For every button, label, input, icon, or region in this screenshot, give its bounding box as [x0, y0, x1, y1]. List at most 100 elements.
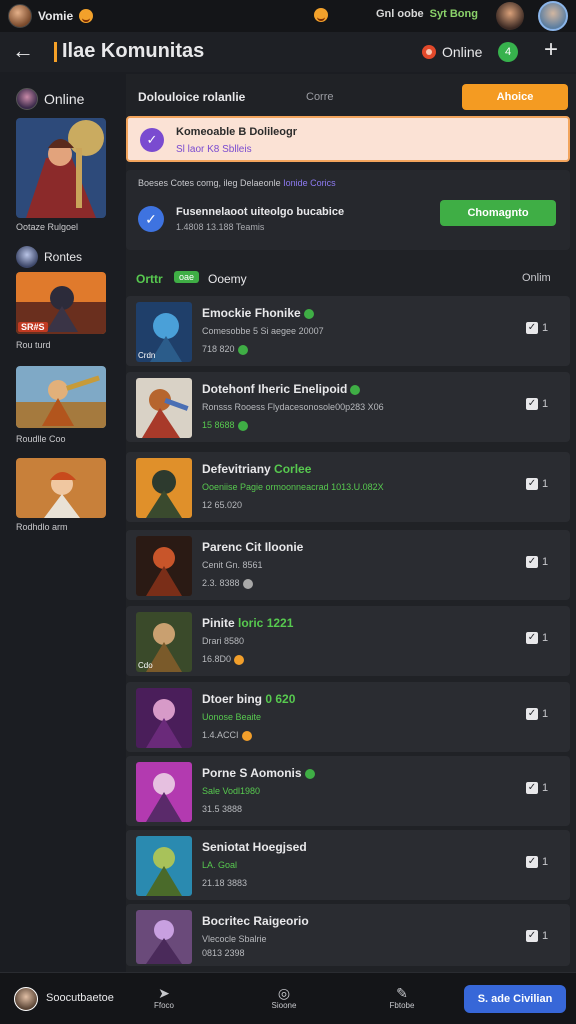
item-count: 1: [542, 632, 549, 644]
filter-label: Dolouloice rolanlie: [138, 90, 246, 104]
filter-action-button[interactable]: Ahoice: [462, 84, 568, 110]
status-avatar[interactable]: [8, 4, 32, 28]
bottom-tab-3[interactable]: ✎ Fbtobe: [382, 985, 422, 1010]
verified-icon: [303, 308, 314, 319]
sidebar-header-label: Online: [44, 91, 85, 107]
list-item[interactable]: Parenc Cit Iloonie Cenit Gn. 8561 2.3. 8…: [126, 530, 570, 600]
invite-button[interactable]: Chomagnto: [440, 200, 556, 226]
list-pill[interactable]: oae: [174, 271, 200, 283]
checkbox-icon[interactable]: ✓: [526, 930, 538, 942]
bottom-username[interactable]: Soocutbaetoe: [46, 992, 114, 1004]
angry-emoji-icon: [314, 8, 328, 22]
sidebar-header[interactable]: Online: [16, 88, 84, 110]
item-meta: 0813 2398: [202, 948, 245, 958]
edit-icon: ✎: [396, 985, 408, 1001]
checkbox-icon[interactable]: ✓: [526, 782, 538, 794]
bottom-tab-2[interactable]: ◎ Sioone: [264, 985, 304, 1010]
item-thumbnail: [136, 836, 192, 896]
send-icon: ➤: [158, 985, 170, 1001]
featured-game-thumbnail[interactable]: [16, 118, 106, 218]
game-thumbnail-3[interactable]: [16, 458, 106, 518]
item-meta: 2.3. 8388: [202, 578, 253, 589]
item-thumbnail: Crdn: [136, 302, 192, 362]
item-subtitle: Ooeniise Pagie ormoonneacrad 1013.U.082X: [202, 482, 384, 492]
list-online-label[interactable]: Onlim: [522, 272, 551, 284]
list-item[interactable]: Dotehonf Iheric Enelipoid Ronsss Rooess …: [126, 372, 570, 442]
primary-action-button[interactable]: S. ade Civilian: [464, 985, 566, 1013]
section-avatar: [16, 246, 38, 268]
checkbox-icon[interactable]: ✓: [526, 556, 538, 568]
status-right-text: Syt Bong: [429, 8, 478, 20]
item-subtitle: Ronsss Rooess Flydacesonosole00p283 X06: [202, 402, 384, 412]
item-thumbnail: [136, 458, 192, 518]
item-meta: 718 820: [202, 344, 248, 355]
item-count: 1: [542, 930, 549, 942]
notice-banner[interactable]: ✓ Komeoable B Dolileogr Sl laor K8 Sblle…: [126, 116, 570, 162]
item-name: Dotehonf Iheric Enelipoid: [202, 382, 361, 396]
item-name: Pinite loric 1221: [202, 616, 294, 630]
record-icon: [422, 45, 436, 59]
status-icon: [242, 578, 253, 589]
bottom-tab-label: Fbtobe: [389, 1001, 415, 1010]
item-subtitle: Drari 8580: [202, 636, 245, 646]
game-thumbnail-2[interactable]: [16, 366, 106, 428]
list-item[interactable]: Cdo Pinite loric 1221 Drari 8580 16.8D0 …: [126, 606, 570, 676]
checkbox-icon[interactable]: ✓: [526, 708, 538, 720]
friend-avatar[interactable]: [496, 2, 524, 30]
list-item[interactable]: Porne S Aomonis Sale Vodl1980 31.5 3888 …: [126, 756, 570, 826]
notice-title: Komeoable B Dolileogr: [176, 126, 298, 138]
status-icon: [237, 420, 248, 431]
item-name: Seniotat Hoegjsed: [202, 840, 307, 854]
item-thumbnail: [136, 536, 192, 596]
invite-header: Boeses Cotes comg, ileg Delaeonle Ionide…: [138, 178, 336, 188]
user-avatar[interactable]: [14, 987, 38, 1011]
item-tag: Crdn: [138, 351, 156, 360]
verified-icon: [304, 768, 315, 779]
item-subtitle: Uonose Beaite: [202, 712, 262, 722]
page-title: Ilae Komunitas: [62, 40, 205, 62]
list-item[interactable]: Crdn Emockie Fhonike Comesobbe 5 Si aege…: [126, 296, 570, 366]
item-count: 1: [542, 556, 549, 568]
item-name: Porne S Aomonis: [202, 766, 315, 780]
checkbox-icon[interactable]: ✓: [526, 856, 538, 868]
list-title: Ooemy: [208, 272, 247, 286]
item-meta: 31.5 3888: [202, 804, 243, 814]
item-subtitle: LA. Goal: [202, 860, 238, 870]
item-thumbnail: [136, 688, 192, 748]
smile-emoji-icon: [79, 9, 94, 23]
item-name: Parenc Cit Iloonie: [202, 540, 304, 554]
checkbox-icon[interactable]: ✓: [526, 632, 538, 644]
status-user: Vomie: [8, 4, 94, 28]
item-name: Dtoer bing 0 620: [202, 692, 296, 706]
status-bar: Vomie Gnl oobe Syt Bong: [0, 0, 576, 32]
checkbox-icon[interactable]: ✓: [526, 478, 538, 490]
checkbox-icon[interactable]: ✓: [526, 398, 538, 410]
back-arrow-icon[interactable]: ←: [12, 40, 34, 62]
status-username: Vomie: [38, 9, 74, 23]
game-thumbnail-1[interactable]: SR#S: [16, 272, 106, 334]
invite-title: Fusennelaoot uiteolgo bucabice: [176, 206, 345, 218]
notice-subtitle: Sl laor K8 Sblleis: [176, 144, 252, 155]
list-item[interactable]: Bocritec Raigeorio Vlecocle Sbalrie 0813…: [126, 904, 570, 966]
bottom-tab-1[interactable]: ➤ Ffoco: [144, 985, 184, 1010]
app-bar: ← Ilae Komunitas Online 4 +: [0, 32, 576, 72]
item-meta: 12 65.020: [202, 500, 243, 510]
status-right: Gnl oobe Syt Bong: [376, 8, 478, 20]
sidebar-section-header[interactable]: Rontes: [16, 246, 82, 268]
invite-subtitle: 1.4808 13.188 Teamis: [176, 222, 265, 232]
list-item[interactable]: Dtoer bing 0 620 Uonose Beaite 1.4.ACCI …: [126, 682, 570, 752]
check-badge-icon: ✓: [140, 128, 164, 152]
list-sort-label[interactable]: Orttr: [136, 272, 163, 286]
profile-avatar[interactable]: [538, 1, 568, 31]
list-item[interactable]: Seniotat Hoegjsed LA. Goal 21.18 3883 ✓ …: [126, 830, 570, 900]
checkbox-icon[interactable]: ✓: [526, 322, 538, 334]
filter-option[interactable]: Corre: [306, 91, 334, 103]
list-item[interactable]: Defevitriany Corlee Ooeniise Pagie ormoo…: [126, 452, 570, 522]
invite-head-link[interactable]: Ionide Corics: [283, 178, 336, 188]
notification-badge[interactable]: 4: [498, 42, 518, 62]
add-icon[interactable]: +: [544, 38, 558, 62]
status-icon: [234, 654, 245, 665]
online-status[interactable]: Online: [422, 44, 482, 60]
item-thumbnail: [136, 910, 192, 964]
item-count: 1: [542, 708, 549, 720]
